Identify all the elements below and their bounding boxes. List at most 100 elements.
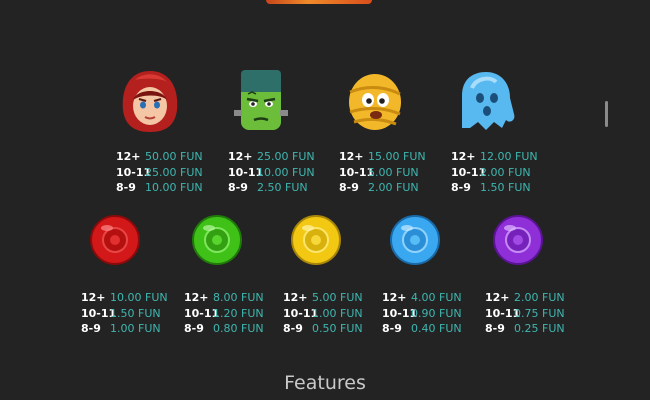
pay-count: 10-11 xyxy=(485,306,521,320)
paytable-green-gem: 12+ 8.00 FUN 10-11 1.20 FUN 8-9 0.80 FUN xyxy=(184,290,264,337)
pay-value: 1.00 FUN xyxy=(110,322,161,335)
pay-row: 8-9 2.50 FUN xyxy=(228,180,315,196)
pay-count: 8-9 xyxy=(184,322,204,335)
pay-value: 2.00 FUN xyxy=(368,181,419,194)
paytable-purple-gem: 12+ 2.00 FUN 10-11 0.75 FUN 8-9 0.25 FUN xyxy=(485,290,565,337)
pay-value: 1.50 FUN xyxy=(110,306,161,320)
pay-row: 10-11 0.90 FUN xyxy=(382,306,462,322)
pay-row: 10-11 1.00 FUN xyxy=(283,306,363,322)
pay-row: 8-9 1.00 FUN xyxy=(81,321,168,337)
pay-value: 8.00 FUN xyxy=(213,291,264,304)
pay-row: 12+ 8.00 FUN xyxy=(184,290,264,306)
pay-count: 10-11 xyxy=(451,165,487,179)
pay-row: 12+ 5.00 FUN xyxy=(283,290,363,306)
pay-row: 10-11 10.00 FUN xyxy=(228,165,315,181)
pay-count: 10-11 xyxy=(382,306,418,320)
pay-count: 12+ xyxy=(485,291,510,304)
pay-value: 25.00 FUN xyxy=(145,165,203,179)
pay-row: 10-11 25.00 FUN xyxy=(116,165,203,181)
pay-value: 10.00 FUN xyxy=(257,165,315,179)
frankenstein-icon xyxy=(234,70,288,130)
pay-count: 8-9 xyxy=(283,322,303,335)
pay-count: 8-9 xyxy=(228,181,248,194)
pay-count: 12+ xyxy=(184,291,209,304)
paytable-red-gem: 12+ 10.00 FUN 10-11 1.50 FUN 8-9 1.00 FUN xyxy=(81,290,168,337)
pay-row: 8-9 10.00 FUN xyxy=(116,180,203,196)
scrollbar-thumb[interactable] xyxy=(605,101,608,127)
red-gem-icon xyxy=(90,215,140,265)
pay-row: 12+ 50.00 FUN xyxy=(116,149,203,165)
pay-count: 10-11 xyxy=(116,165,152,179)
pay-value: 2.00 FUN xyxy=(480,165,531,179)
paytable-red-riding-hood: 12+ 50.00 FUN 10-11 25.00 FUN 8-9 10.00 FUN xyxy=(116,149,203,196)
pay-count: 10-11 xyxy=(283,306,319,320)
blue-gem-icon xyxy=(390,215,440,265)
pay-count: 10-11 xyxy=(184,306,220,320)
pay-row: 10-11 0.75 FUN xyxy=(485,306,565,322)
pay-count: 10-11 xyxy=(81,306,117,320)
symbol-ghost xyxy=(420,68,550,134)
pay-count: 10-11 xyxy=(339,165,375,179)
paytable-blue-gem: 12+ 4.00 FUN 10-11 0.90 FUN 8-9 0.40 FUN xyxy=(382,290,462,337)
pay-row: 8-9 0.40 FUN xyxy=(382,321,462,337)
pay-value: 4.00 FUN xyxy=(411,291,462,304)
pay-count: 8-9 xyxy=(382,322,402,335)
pay-count: 8-9 xyxy=(451,181,471,194)
pay-value: 2.50 FUN xyxy=(257,181,308,194)
pay-value: 5.00 FUN xyxy=(312,291,363,304)
game-logo-edge xyxy=(266,0,372,4)
pay-count: 8-9 xyxy=(81,322,101,335)
pay-value: 50.00 FUN xyxy=(145,150,203,163)
pay-row: 8-9 0.50 FUN xyxy=(283,321,363,337)
paytable-yellow-gem: 12+ 5.00 FUN 10-11 1.00 FUN 8-9 0.50 FUN xyxy=(283,290,363,337)
pay-value: 0.50 FUN xyxy=(312,322,363,335)
features-heading: Features xyxy=(284,372,366,394)
red-riding-hood-icon xyxy=(122,71,178,132)
yellow-gem-icon xyxy=(291,215,341,265)
pay-row: 12+ 25.00 FUN xyxy=(228,149,315,165)
green-gem-icon xyxy=(192,215,242,265)
pay-value: 5.00 FUN xyxy=(368,165,419,179)
paytable-mummy: 12+ 15.00 FUN 10-11 5.00 FUN 8-9 2.00 FUN xyxy=(339,149,426,196)
pay-row: 12+ 2.00 FUN xyxy=(485,290,565,306)
pay-value: 10.00 FUN xyxy=(110,291,168,304)
pay-count: 12+ xyxy=(339,150,364,163)
pay-row: 10-11 5.00 FUN xyxy=(339,165,426,181)
pay-value: 0.75 FUN xyxy=(514,306,565,320)
pay-count: 12+ xyxy=(451,150,476,163)
pay-count: 10-11 xyxy=(228,165,264,179)
pay-value: 1.50 FUN xyxy=(480,181,531,194)
pay-value: 1.00 FUN xyxy=(312,306,363,320)
pay-count: 8-9 xyxy=(116,181,136,194)
pay-row: 8-9 0.25 FUN xyxy=(485,321,565,337)
purple-gem-icon xyxy=(493,215,543,265)
symbol-purple-gem xyxy=(453,214,583,266)
pay-row: 12+ 15.00 FUN xyxy=(339,149,426,165)
paytable-ghost: 12+ 12.00 FUN 10-11 2.00 FUN 8-9 1.50 FUN xyxy=(451,149,538,196)
pay-value: 10.00 FUN xyxy=(145,181,203,194)
pay-row: 12+ 10.00 FUN xyxy=(81,290,168,306)
pay-count: 8-9 xyxy=(339,181,359,194)
pay-count: 8-9 xyxy=(485,322,505,335)
pay-value: 12.00 FUN xyxy=(480,150,538,163)
pay-count: 12+ xyxy=(228,150,253,163)
pay-row: 10-11 1.50 FUN xyxy=(81,306,168,322)
pay-row: 12+ 12.00 FUN xyxy=(451,149,538,165)
pay-value: 2.00 FUN xyxy=(514,291,565,304)
pay-value: 25.00 FUN xyxy=(257,150,315,163)
pay-row: 8-9 0.80 FUN xyxy=(184,321,264,337)
symbol-frankenstein xyxy=(196,66,326,136)
pay-count: 12+ xyxy=(382,291,407,304)
pay-value: 15.00 FUN xyxy=(368,150,426,163)
mummy-icon xyxy=(349,74,401,130)
pay-row: 8-9 1.50 FUN xyxy=(451,180,538,196)
pay-value: 0.80 FUN xyxy=(213,322,264,335)
pay-value: 0.25 FUN xyxy=(514,322,565,335)
pay-value: 1.20 FUN xyxy=(213,306,264,320)
pay-value: 0.40 FUN xyxy=(411,322,462,335)
ghost-icon xyxy=(462,72,515,130)
pay-value: 0.90 FUN xyxy=(411,306,462,320)
pay-row: 10-11 1.20 FUN xyxy=(184,306,264,322)
paytable-frankenstein: 12+ 25.00 FUN 10-11 10.00 FUN 8-9 2.50 FUN xyxy=(228,149,315,196)
pay-row: 12+ 4.00 FUN xyxy=(382,290,462,306)
